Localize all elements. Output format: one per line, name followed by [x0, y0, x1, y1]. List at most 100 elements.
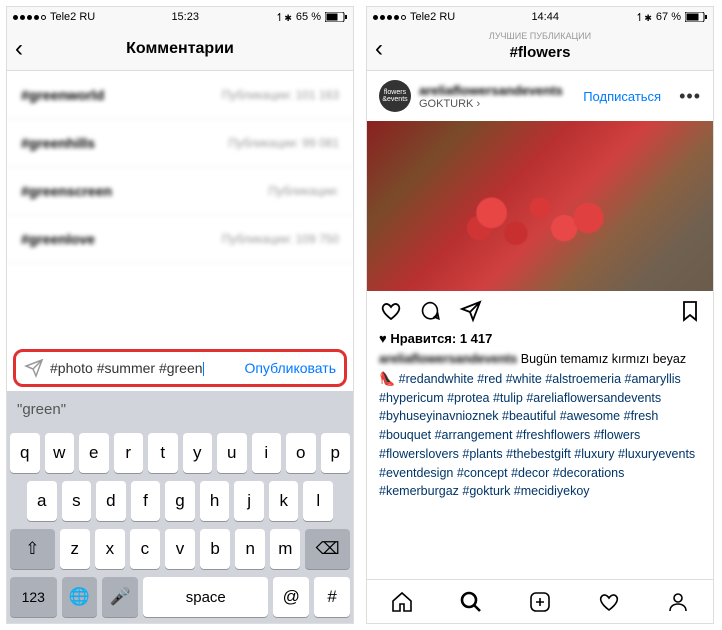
- likes-count[interactable]: ♥ Нравится: 1 417: [367, 331, 713, 346]
- hashtag-link[interactable]: #amaryllis: [625, 372, 681, 386]
- profile-tab[interactable]: [666, 590, 690, 614]
- key-n[interactable]: n: [235, 529, 265, 569]
- hashtag-suggestions: #greenworldПубликации: 101 163 #greenhil…: [7, 71, 353, 345]
- activity-tab[interactable]: [597, 590, 621, 614]
- status-bar: Tele2 RU 14:44 ↿✱ 67 %: [367, 7, 713, 27]
- bookmark-icon[interactable]: [679, 299, 701, 323]
- key-s[interactable]: s: [62, 481, 92, 521]
- follow-button[interactable]: Подписаться: [583, 89, 661, 104]
- hashtag-link[interactable]: #protea: [447, 391, 493, 405]
- suggestion-row[interactable]: #greenworldПубликации: 101 163: [7, 71, 353, 119]
- carrier-label: Tele2 RU: [410, 11, 455, 23]
- like-icon[interactable]: [379, 299, 403, 323]
- post-username[interactable]: areliaflowersandevents: [419, 83, 575, 98]
- hashtag-link[interactable]: #white: [506, 372, 546, 386]
- mic-key[interactable]: 🎤: [102, 577, 138, 617]
- avatar[interactable]: flowers &events: [379, 80, 411, 112]
- key-p[interactable]: p: [321, 433, 351, 473]
- status-bar: Tele2 RU 15:23 ↿✱ 65 %: [7, 7, 353, 27]
- key-i[interactable]: i: [252, 433, 282, 473]
- more-icon[interactable]: •••: [679, 86, 701, 107]
- hashtag-link[interactable]: #arrangement: [435, 428, 516, 442]
- key-d[interactable]: d: [96, 481, 126, 521]
- hashtag-link[interactable]: #concept: [457, 466, 511, 480]
- space-key[interactable]: space: [143, 577, 268, 617]
- hashtag-link[interactable]: #areliaflowersandevents: [526, 391, 661, 405]
- key-y[interactable]: y: [183, 433, 213, 473]
- hashtag-link[interactable]: #eventdesign: [379, 466, 457, 480]
- hashtag-link[interactable]: #hypericum: [379, 391, 447, 405]
- key-r[interactable]: r: [114, 433, 144, 473]
- post-header: flowers &events areliaflowersandevents G…: [367, 71, 713, 121]
- key-b[interactable]: b: [200, 529, 230, 569]
- hashtag-link[interactable]: #flowers: [594, 428, 641, 442]
- key-l[interactable]: l: [303, 481, 333, 521]
- hashtag-link[interactable]: #flowerslovers: [379, 447, 462, 461]
- key-k[interactable]: k: [269, 481, 299, 521]
- keyboard: qwertyuiop asdfghjkl ⇧ zxcvbnm ⌫ 123 🌐 🎤…: [7, 427, 353, 623]
- post-location[interactable]: GOKTURK ›: [419, 98, 575, 110]
- back-button[interactable]: ‹: [375, 35, 383, 63]
- hashtag-link[interactable]: #decorations: [553, 466, 625, 480]
- numbers-key[interactable]: 123: [10, 577, 57, 617]
- globe-key[interactable]: 🌐: [62, 577, 98, 617]
- hashtag-link[interactable]: #fresh: [624, 409, 659, 423]
- hashtag-link[interactable]: #gokturk: [462, 484, 513, 498]
- key-z[interactable]: z: [60, 529, 90, 569]
- hashtag-link[interactable]: #luxury: [574, 447, 618, 461]
- send-icon[interactable]: [24, 358, 44, 378]
- hashtag-link[interactable]: #redandwhite: [399, 372, 478, 386]
- publish-button[interactable]: Опубликовать: [244, 360, 336, 376]
- key-q[interactable]: q: [10, 433, 40, 473]
- caption-username[interactable]: areliaflowersandevents: [379, 352, 517, 366]
- key-v[interactable]: v: [165, 529, 195, 569]
- suggestion-row[interactable]: #greenhillsПубликации: 99 081: [7, 119, 353, 167]
- back-button[interactable]: ‹: [15, 35, 23, 63]
- hash-key[interactable]: #: [314, 577, 350, 617]
- hashtag-link[interactable]: #kemerburgaz: [379, 484, 462, 498]
- hashtag-link[interactable]: #thebestgift: [506, 447, 574, 461]
- hashtag-link[interactable]: #awesome: [560, 409, 624, 423]
- hashtag-link[interactable]: #alstroemeria: [545, 372, 624, 386]
- shift-key[interactable]: ⇧: [10, 529, 55, 569]
- key-c[interactable]: c: [130, 529, 160, 569]
- key-j[interactable]: j: [234, 481, 264, 521]
- hashtag-link[interactable]: #freshflowers: [516, 428, 594, 442]
- key-t[interactable]: t: [148, 433, 178, 473]
- key-e[interactable]: e: [79, 433, 109, 473]
- post-image[interactable]: [367, 121, 713, 291]
- key-m[interactable]: m: [270, 529, 300, 569]
- clock: 14:44: [531, 11, 559, 23]
- key-a[interactable]: a: [27, 481, 57, 521]
- hashtag-link[interactable]: #plants: [462, 447, 506, 461]
- home-tab[interactable]: [390, 590, 414, 614]
- suggestion-row[interactable]: #greenloveПубликации: 109 750: [7, 215, 353, 263]
- clock: 15:23: [171, 11, 199, 23]
- key-x[interactable]: x: [95, 529, 125, 569]
- backspace-key[interactable]: ⌫: [305, 529, 350, 569]
- suggestion-row[interactable]: #greenscreenПубликации:: [7, 167, 353, 215]
- comment-icon[interactable]: [419, 299, 443, 323]
- hashtag-link[interactable]: #bouquet: [379, 428, 435, 442]
- hashtag-link[interactable]: #red: [477, 372, 506, 386]
- hashtag-link[interactable]: #byhuseyinavnioznek: [379, 409, 502, 423]
- search-tab[interactable]: [459, 590, 483, 614]
- key-h[interactable]: h: [200, 481, 230, 521]
- keyboard-suggestion-bar[interactable]: "green": [7, 391, 353, 427]
- hashtag-link[interactable]: #mecidiyekoy: [514, 484, 590, 498]
- hashtag-link[interactable]: #luxuryevents: [618, 447, 695, 461]
- comment-compose-box: #photo #summer #green Опубликовать: [13, 349, 347, 387]
- key-w[interactable]: w: [45, 433, 75, 473]
- hashtag-link[interactable]: #tulip: [493, 391, 526, 405]
- key-o[interactable]: o: [286, 433, 316, 473]
- battery-pct: 67 %: [656, 11, 681, 23]
- comment-input[interactable]: #photo #summer #green: [50, 359, 238, 377]
- hashtag-link[interactable]: #decor: [511, 466, 553, 480]
- key-u[interactable]: u: [217, 433, 247, 473]
- hashtag-link[interactable]: #beautiful: [502, 409, 560, 423]
- add-tab[interactable]: [528, 590, 552, 614]
- key-f[interactable]: f: [131, 481, 161, 521]
- key-g[interactable]: g: [165, 481, 195, 521]
- share-icon[interactable]: [459, 299, 483, 323]
- at-key[interactable]: @: [273, 577, 309, 617]
